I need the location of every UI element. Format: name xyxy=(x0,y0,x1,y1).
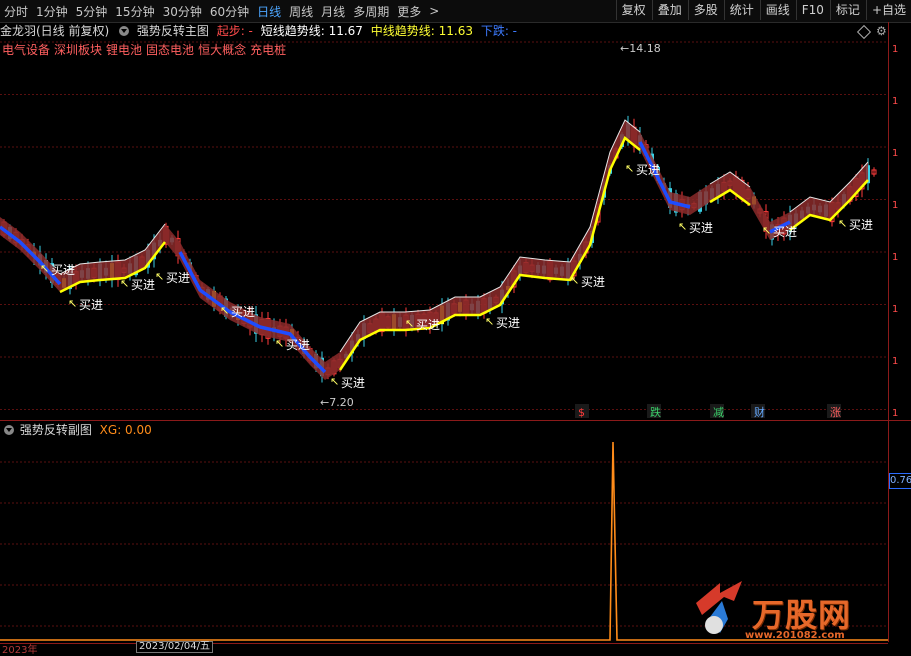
toolbar-button-1[interactable]: 叠加 xyxy=(651,0,687,20)
axis-tick: 1 xyxy=(892,200,898,211)
buy-signal-label-9: 买进 xyxy=(581,275,605,289)
watermark-url: www.201082.com xyxy=(745,630,845,641)
buy-arrow-icon: ↖ xyxy=(678,220,687,233)
right-price-axis: 1 1 1 1 1 1 1 1 xyxy=(888,22,911,642)
buy-signal-label-0: 买进 xyxy=(51,263,75,277)
axis-tick: 1 xyxy=(892,408,898,419)
buy-arrow-icon: ↖ xyxy=(330,375,339,388)
axis-tick: 1 xyxy=(892,44,898,55)
buy-arrow-icon: ↖ xyxy=(838,217,847,230)
buy-signal-label-11: 买进 xyxy=(689,221,713,235)
buy-arrow-icon: ↖ xyxy=(155,270,164,283)
buy-signal-label-7: 买进 xyxy=(416,318,440,332)
sub-side-value: 0.76 xyxy=(889,473,911,489)
event-marker-1: 跌 xyxy=(650,405,661,419)
timeframe-tab-6[interactable]: 日线 xyxy=(253,3,285,20)
period-toolbar: 分时 1分钟 5分钟 15分钟 30分钟 60分钟 日线 周线 月线 多周期 更多 > 复权 叠加 多股统… xyxy=(0,0,911,23)
buy-signal-label-4: 买进 xyxy=(231,305,255,319)
buy-arrow-icon: ↖ xyxy=(405,317,414,330)
toolbar-button-0[interactable]: 复权 xyxy=(615,0,651,20)
high-price-label: ←14.18 xyxy=(620,42,661,55)
buy-arrow-icon: ↖ xyxy=(625,162,634,175)
buy-signal-label-6: 买进 xyxy=(341,376,365,390)
more-chevron-icon[interactable]: > xyxy=(425,4,443,18)
timeframe-tabs: 分时 1分钟 5分钟 15分钟 30分钟 60分钟 日线 周线 月线 多周期 更多 > xyxy=(0,3,443,20)
buy-signal-label-5: 买进 xyxy=(286,338,310,352)
timeframe-tab-10[interactable]: 更多 xyxy=(393,3,425,20)
trend-band xyxy=(0,120,868,380)
buy-signal-label-12: 买进 xyxy=(773,225,797,239)
timeframe-tab-4[interactable]: 30分钟 xyxy=(159,3,206,20)
buy-arrow-icon: ↖ xyxy=(570,274,579,287)
buy-signal-label-10: 买进 xyxy=(636,163,660,177)
buy-signal-label-3: 买进 xyxy=(166,271,190,285)
event-marker-4: 涨 xyxy=(830,406,841,419)
buy-arrow-icon: ↖ xyxy=(220,304,229,317)
timeframe-tab-0[interactable]: 分时 xyxy=(0,3,32,20)
buy-arrow-icon: ↖ xyxy=(275,337,284,350)
buy-arrow-icon: ↖ xyxy=(40,262,49,275)
timeframe-tab-7[interactable]: 周线 xyxy=(285,3,317,20)
axis-tick: 1 xyxy=(892,148,898,159)
buy-signal-label-13: 买进 xyxy=(849,218,873,232)
timeframe-tab-1[interactable]: 1分钟 xyxy=(32,3,72,20)
buy-arrow-icon: ↖ xyxy=(762,224,771,237)
event-marker-2: 减 xyxy=(713,406,724,419)
axis-tick: 1 xyxy=(892,304,898,315)
timeframe-tab-9[interactable]: 多周期 xyxy=(349,3,393,20)
short-trend-line-1 xyxy=(338,136,641,371)
buy-arrow-icon: ↖ xyxy=(120,277,129,290)
date-axis: 2023年 2023/02/04/五 xyxy=(0,641,888,656)
buy-signal-label-2: 买进 xyxy=(131,278,155,292)
event-marker-0: $ xyxy=(578,406,585,419)
buy-signal-label-8: 买进 xyxy=(496,316,520,330)
buy-arrow-icon: ↖ xyxy=(485,315,494,328)
watermark-ball-icon xyxy=(705,616,723,634)
timeframe-tab-5[interactable]: 60分钟 xyxy=(206,3,253,20)
axis-date-cursor: 2023/02/04/五 xyxy=(136,641,214,653)
toolbar-button-6[interactable]: 标记 xyxy=(829,0,865,20)
axis-tick: 1 xyxy=(892,356,898,367)
toolbar-right-buttons: 复权 叠加 多股 统计 画线 F10 标记 +自选 xyxy=(615,0,911,22)
low-price-label: ←7.20 xyxy=(320,396,354,409)
toolbar-button-5[interactable]: F10 xyxy=(795,0,829,20)
main-kline-chart[interactable]: ↖ 买进↖ 买进↖ 买进↖ 买进↖ 买进↖ 买进↖ 买进↖ 买进 ↖ 买进↖ 买进↖ 买进↖ 买进 ↖ 买进↖… xyxy=(0,22,888,420)
buy-arrow-icon: ↖ xyxy=(68,297,77,310)
axis-tick: 1 xyxy=(892,96,898,107)
toolbar-button-7[interactable]: +自选 xyxy=(865,0,911,20)
timeframe-tab-2[interactable]: 5分钟 xyxy=(72,3,112,20)
timeframe-tab-8[interactable]: 月线 xyxy=(317,3,349,20)
buy-signal-label-1: 买进 xyxy=(79,298,103,312)
toolbar-button-2[interactable]: 多股 xyxy=(687,0,723,20)
toolbar-button-3[interactable]: 统计 xyxy=(723,0,759,20)
axis-tick: 1 xyxy=(892,252,898,263)
event-marker-3: 财 xyxy=(754,405,765,419)
toolbar-button-4[interactable]: 画线 xyxy=(759,0,795,20)
timeframe-tab-3[interactable]: 15分钟 xyxy=(111,3,158,20)
